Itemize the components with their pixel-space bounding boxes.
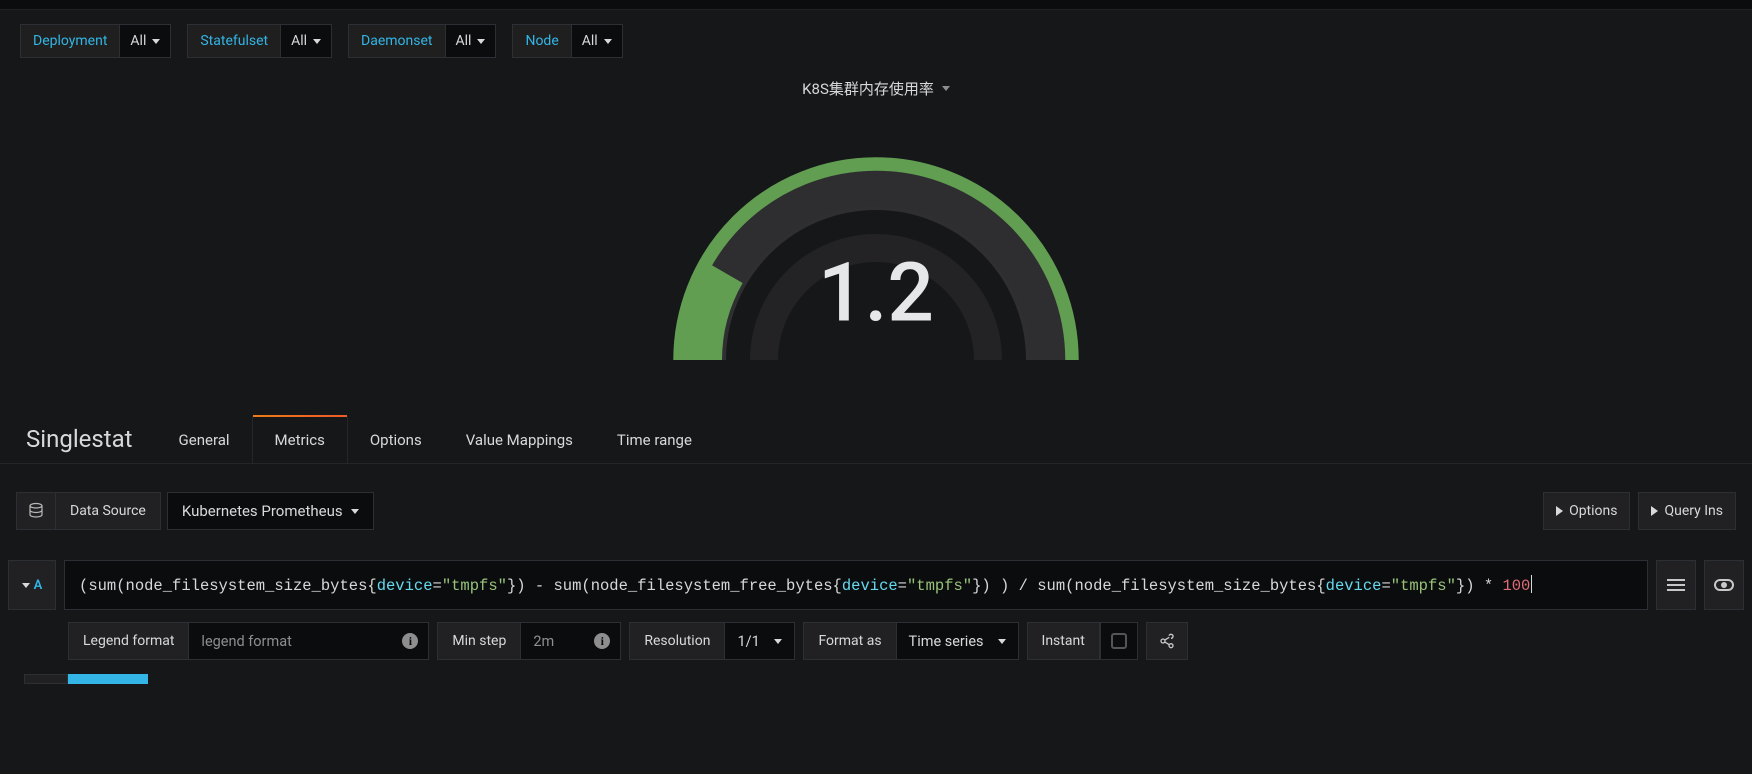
info-icon[interactable]: i: [594, 633, 610, 649]
instant-label: Instant: [1027, 622, 1100, 660]
filter-value[interactable]: All: [280, 24, 332, 58]
filter-value-text: All: [582, 33, 598, 49]
filter-value[interactable]: All: [571, 24, 623, 58]
min-step-group: Min step 2m i: [437, 622, 621, 660]
min-step-input[interactable]: 2m i: [521, 622, 621, 660]
chevron-down-icon: [942, 86, 950, 91]
options-button[interactable]: Options: [1543, 492, 1630, 530]
panel-title[interactable]: K8S集群内存使用率: [10, 72, 1742, 105]
filter-value-text: All: [456, 33, 472, 49]
chevron-down-icon: [351, 509, 359, 514]
format-as-select[interactable]: Time series: [897, 622, 1019, 660]
gauge-value: 1.2: [818, 245, 934, 341]
share-icon: [1159, 633, 1175, 649]
tab-options[interactable]: Options: [348, 415, 444, 463]
chevron-down-icon: [152, 39, 160, 44]
gauge: 1.2: [10, 105, 1742, 415]
query-visibility-button[interactable]: [1704, 560, 1744, 610]
query-expression-input[interactable]: (sum(node_filesystem_size_bytes{device="…: [64, 560, 1648, 610]
datasource-selected: Kubernetes Prometheus: [182, 502, 343, 520]
chevron-down-icon: [22, 583, 30, 588]
query-inspector-label: Query Ins: [1664, 503, 1723, 519]
tab-general[interactable]: General: [157, 415, 252, 463]
share-button[interactable]: [1146, 622, 1188, 660]
resolution-value: 1/1: [737, 633, 759, 650]
filter-daemonset[interactable]: Daemonset All: [348, 24, 496, 58]
query-ref-id: A: [34, 578, 43, 593]
format-as-group: Format as Time series: [803, 622, 1018, 660]
datasource-select[interactable]: Kubernetes Prometheus: [167, 492, 374, 530]
editor-tabs: Singlestat General Metrics Options Value…: [0, 415, 1752, 464]
filter-node[interactable]: Node All: [512, 24, 622, 58]
database-icon: [27, 502, 45, 520]
eye-icon: [1714, 579, 1734, 591]
resolution-select[interactable]: 1/1: [725, 622, 795, 660]
play-icon: [1651, 506, 1658, 516]
checkbox-icon: [1111, 633, 1127, 649]
filter-value-text: All: [130, 33, 146, 49]
filter-label: Deployment: [20, 24, 119, 58]
variable-filters: Deployment All Statefulset All Daemonset…: [0, 10, 1752, 72]
query-toggle[interactable]: A: [8, 560, 56, 610]
filter-label: Statefulset: [187, 24, 280, 58]
panel-preview: K8S集群内存使用率: [0, 72, 1752, 415]
datasource-icon: [16, 492, 56, 530]
hamburger-icon: [1667, 579, 1685, 591]
add-query-strip[interactable]: [8, 674, 1744, 684]
datasource-row: Data Source Kubernetes Prometheus Option…: [0, 464, 1752, 542]
tab-time-range[interactable]: Time range: [595, 415, 714, 463]
chevron-down-icon: [313, 39, 321, 44]
window-topbar: [0, 0, 1752, 10]
query-menu-button[interactable]: [1656, 560, 1696, 610]
info-icon[interactable]: i: [402, 633, 418, 649]
filter-deployment[interactable]: Deployment All: [20, 24, 171, 58]
query-inspector-button[interactable]: Query Ins: [1638, 492, 1736, 530]
query-row: A (sum(node_filesystem_size_bytes{device…: [8, 560, 1744, 610]
legend-format-input[interactable]: legend format i: [189, 622, 429, 660]
filter-label: Node: [512, 24, 570, 58]
tab-value-mappings[interactable]: Value Mappings: [444, 415, 595, 463]
filter-statefulset[interactable]: Statefulset All: [187, 24, 332, 58]
filter-label: Daemonset: [348, 24, 444, 58]
query-block: A (sum(node_filesystem_size_bytes{device…: [0, 542, 1752, 684]
filter-value[interactable]: All: [119, 24, 171, 58]
options-button-label: Options: [1569, 503, 1617, 519]
editor-title: Singlestat: [26, 425, 157, 463]
instant-checkbox[interactable]: [1100, 622, 1138, 660]
tab-metrics[interactable]: Metrics: [252, 415, 348, 463]
chevron-down-icon: [998, 639, 1006, 644]
query-options-row: Legend format legend format i Min step 2…: [8, 622, 1744, 660]
chevron-down-icon: [604, 39, 612, 44]
datasource-label: Data Source: [56, 492, 161, 530]
filter-value[interactable]: All: [445, 24, 497, 58]
min-step-placeholder: 2m: [533, 633, 554, 650]
format-as-value: Time series: [909, 633, 984, 650]
chevron-down-icon: [774, 639, 782, 644]
resolution-label: Resolution: [629, 622, 725, 660]
legend-format-group: Legend format legend format i: [68, 622, 429, 660]
panel-title-text: K8S集群内存使用率: [802, 78, 934, 99]
legend-format-label: Legend format: [68, 622, 189, 660]
legend-format-placeholder: legend format: [201, 633, 291, 650]
chevron-down-icon: [477, 39, 485, 44]
resolution-group: Resolution 1/1: [629, 622, 795, 660]
play-icon: [1556, 506, 1563, 516]
instant-group: Instant: [1027, 622, 1138, 660]
filter-value-text: All: [291, 33, 307, 49]
min-step-label: Min step: [437, 622, 521, 660]
format-as-label: Format as: [803, 622, 896, 660]
